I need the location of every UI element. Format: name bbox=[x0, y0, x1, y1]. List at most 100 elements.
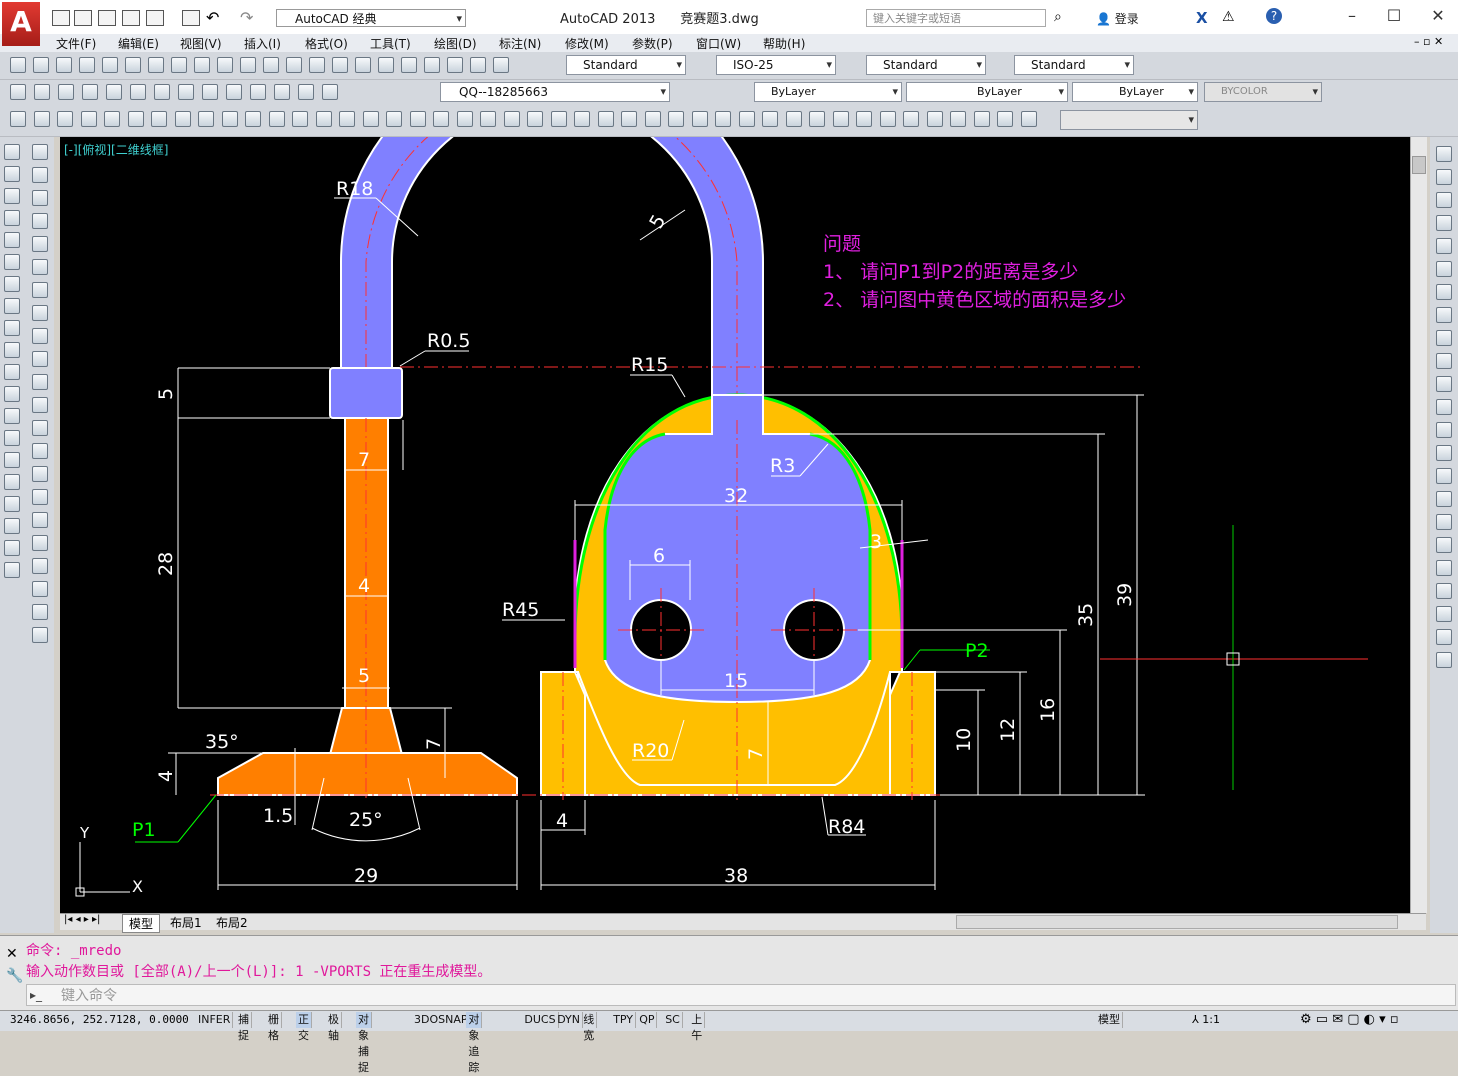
modify-side-tool-icon[interactable] bbox=[1436, 445, 1452, 461]
modify-side-tool-icon[interactable] bbox=[1436, 652, 1452, 668]
dimension-tool-icon[interactable] bbox=[154, 84, 170, 100]
status-toggle-tpy[interactable]: TPY bbox=[611, 1012, 637, 1028]
dimension-tool-icon[interactable] bbox=[226, 84, 242, 100]
draw-side-tool-icon[interactable] bbox=[4, 430, 20, 446]
dimension-tool-icon[interactable] bbox=[106, 84, 122, 100]
view-tool-icon[interactable] bbox=[926, 111, 943, 127]
draw-side-tool-icon[interactable] bbox=[4, 474, 20, 490]
table-style-dropdown[interactable]: Standard bbox=[866, 55, 986, 75]
view-tool-icon[interactable] bbox=[480, 111, 496, 127]
tab-layout1[interactable]: 布局1 bbox=[166, 914, 206, 931]
status-toggle-正交[interactable]: 正交 bbox=[296, 1012, 312, 1042]
menu-edit[interactable]: 编辑(E) bbox=[118, 35, 159, 52]
lineweight-dropdown[interactable]: ByLayer bbox=[1072, 82, 1198, 102]
view-tool-icon[interactable] bbox=[33, 111, 50, 127]
modify-side-tool-icon[interactable] bbox=[1436, 261, 1452, 277]
view-tool-icon[interactable] bbox=[762, 111, 778, 127]
view-tool-icon[interactable] bbox=[503, 111, 520, 127]
dim-side-tool-icon[interactable] bbox=[32, 167, 48, 183]
draw-tool-icon[interactable] bbox=[378, 57, 394, 73]
draw-side-tool-icon[interactable] bbox=[4, 188, 20, 204]
tab-nav-arrows[interactable]: |◂ ◂ ▸ ▸| bbox=[64, 914, 100, 925]
plotstyle-dropdown[interactable]: BYCOLOR bbox=[1204, 82, 1322, 102]
dim-side-tool-icon[interactable] bbox=[32, 420, 48, 436]
draw-tool-icon[interactable] bbox=[217, 57, 233, 73]
draw-side-tool-icon[interactable] bbox=[4, 276, 20, 292]
menu-tools[interactable]: 工具(T) bbox=[370, 35, 411, 52]
draw-tool-icon[interactable] bbox=[263, 57, 279, 73]
draw-side-tool-icon[interactable] bbox=[4, 320, 20, 336]
draw-tool-icon[interactable] bbox=[447, 57, 463, 73]
draw-side-tool-icon[interactable] bbox=[4, 232, 20, 248]
draw-side-tool-icon[interactable] bbox=[4, 518, 20, 534]
draw-side-tool-icon[interactable] bbox=[4, 386, 20, 402]
view-tool-icon[interactable] bbox=[57, 111, 73, 127]
modify-side-tool-icon[interactable] bbox=[1436, 376, 1452, 392]
status-toggle-infer[interactable]: INFER bbox=[196, 1012, 234, 1028]
login-button[interactable]: 👤 登录 bbox=[1096, 10, 1139, 27]
command-input[interactable]: 键入命令 bbox=[26, 984, 1456, 1006]
menu-dimension[interactable]: 标注(N) bbox=[499, 35, 541, 52]
draw-tool-icon[interactable] bbox=[125, 57, 141, 73]
draw-tool-icon[interactable] bbox=[470, 57, 486, 73]
status-toggle-对象追踪[interactable]: 对象追踪 bbox=[466, 1012, 483, 1074]
dim-side-tool-icon[interactable] bbox=[32, 604, 48, 620]
workspace-dropdown[interactable]: AutoCAD 经典 bbox=[276, 9, 466, 28]
dimension-tool-icon[interactable] bbox=[178, 84, 194, 100]
draw-tool-icon[interactable] bbox=[79, 57, 95, 73]
draw-tool-icon[interactable] bbox=[424, 57, 440, 73]
menu-window[interactable]: 窗口(W) bbox=[696, 35, 741, 52]
view-tool-icon[interactable] bbox=[715, 111, 731, 127]
dim-side-tool-icon[interactable] bbox=[32, 328, 48, 344]
view-tool-icon[interactable] bbox=[856, 111, 872, 127]
view-tool-icon[interactable] bbox=[386, 111, 402, 127]
redo-icon[interactable]: ↷ bbox=[240, 8, 253, 27]
dimension-tool-icon[interactable] bbox=[274, 84, 290, 100]
help-icon[interactable]: ? bbox=[1266, 8, 1282, 24]
dimension-tool-icon[interactable] bbox=[34, 84, 50, 100]
menu-insert[interactable]: 插入(I) bbox=[244, 35, 281, 52]
status-toggle-对象捕捉[interactable]: 对象捕捉 bbox=[356, 1012, 372, 1074]
view-tool-icon[interactable] bbox=[339, 111, 355, 127]
draw-side-tool-icon[interactable] bbox=[4, 210, 20, 226]
dim-style-dropdown[interactable]: ISO-25 bbox=[716, 55, 836, 75]
draw-side-tool-icon[interactable] bbox=[4, 540, 20, 556]
dim-side-tool-icon[interactable] bbox=[32, 512, 48, 528]
status-toggle-捕捉[interactable]: 捕捉 bbox=[236, 1012, 252, 1042]
new-file-icon[interactable] bbox=[52, 10, 70, 26]
dim-side-tool-icon[interactable] bbox=[32, 466, 48, 482]
modify-side-tool-icon[interactable] bbox=[1436, 537, 1452, 553]
modify-side-tool-icon[interactable] bbox=[1436, 192, 1452, 208]
dim-side-tool-icon[interactable] bbox=[32, 259, 48, 275]
draw-tool-icon[interactable] bbox=[493, 57, 509, 73]
menu-file[interactable]: 文件(F) bbox=[56, 35, 96, 52]
draw-tool-icon[interactable] bbox=[10, 57, 26, 73]
draw-tool-icon[interactable] bbox=[148, 57, 164, 73]
draw-side-tool-icon[interactable] bbox=[4, 452, 20, 468]
modify-side-tool-icon[interactable] bbox=[1436, 606, 1452, 622]
draw-side-tool-icon[interactable] bbox=[4, 342, 20, 358]
modify-side-tool-icon[interactable] bbox=[1436, 491, 1452, 507]
dim-side-tool-icon[interactable] bbox=[32, 190, 48, 206]
dim-side-tool-icon[interactable] bbox=[32, 282, 48, 298]
dim-side-tool-icon[interactable] bbox=[32, 236, 48, 252]
status-toggle-3dosnap[interactable]: 3DOSNAP bbox=[412, 1012, 471, 1028]
view-tool-icon[interactable] bbox=[597, 111, 614, 127]
dim-side-tool-icon[interactable] bbox=[32, 558, 48, 574]
menu-draw[interactable]: 绘图(D) bbox=[434, 35, 477, 52]
view-tool-icon[interactable] bbox=[10, 111, 26, 127]
view-tool-icon[interactable] bbox=[221, 111, 238, 127]
status-toggle-极轴[interactable]: 极轴 bbox=[326, 1012, 342, 1042]
text-style-dropdown[interactable]: Standard bbox=[566, 55, 686, 75]
status-toggle-sc[interactable]: SC bbox=[663, 1012, 683, 1028]
account-icon[interactable]: ⚠ bbox=[1222, 9, 1235, 25]
view-tool-icon[interactable] bbox=[527, 111, 543, 127]
draw-tool-icon[interactable] bbox=[33, 57, 49, 73]
modify-side-tool-icon[interactable] bbox=[1436, 399, 1452, 415]
view-tool-icon[interactable] bbox=[691, 111, 708, 127]
search-input[interactable]: 键入关键字或短语 bbox=[866, 9, 1046, 27]
view-tool-icon[interactable] bbox=[127, 111, 144, 127]
status-tray-icons[interactable]: ⚙ ▭ ✉ ▢ ◐ ▾ ▫ bbox=[1300, 1012, 1399, 1027]
print-icon[interactable] bbox=[182, 10, 200, 26]
view-tool-icon[interactable] bbox=[785, 111, 802, 127]
